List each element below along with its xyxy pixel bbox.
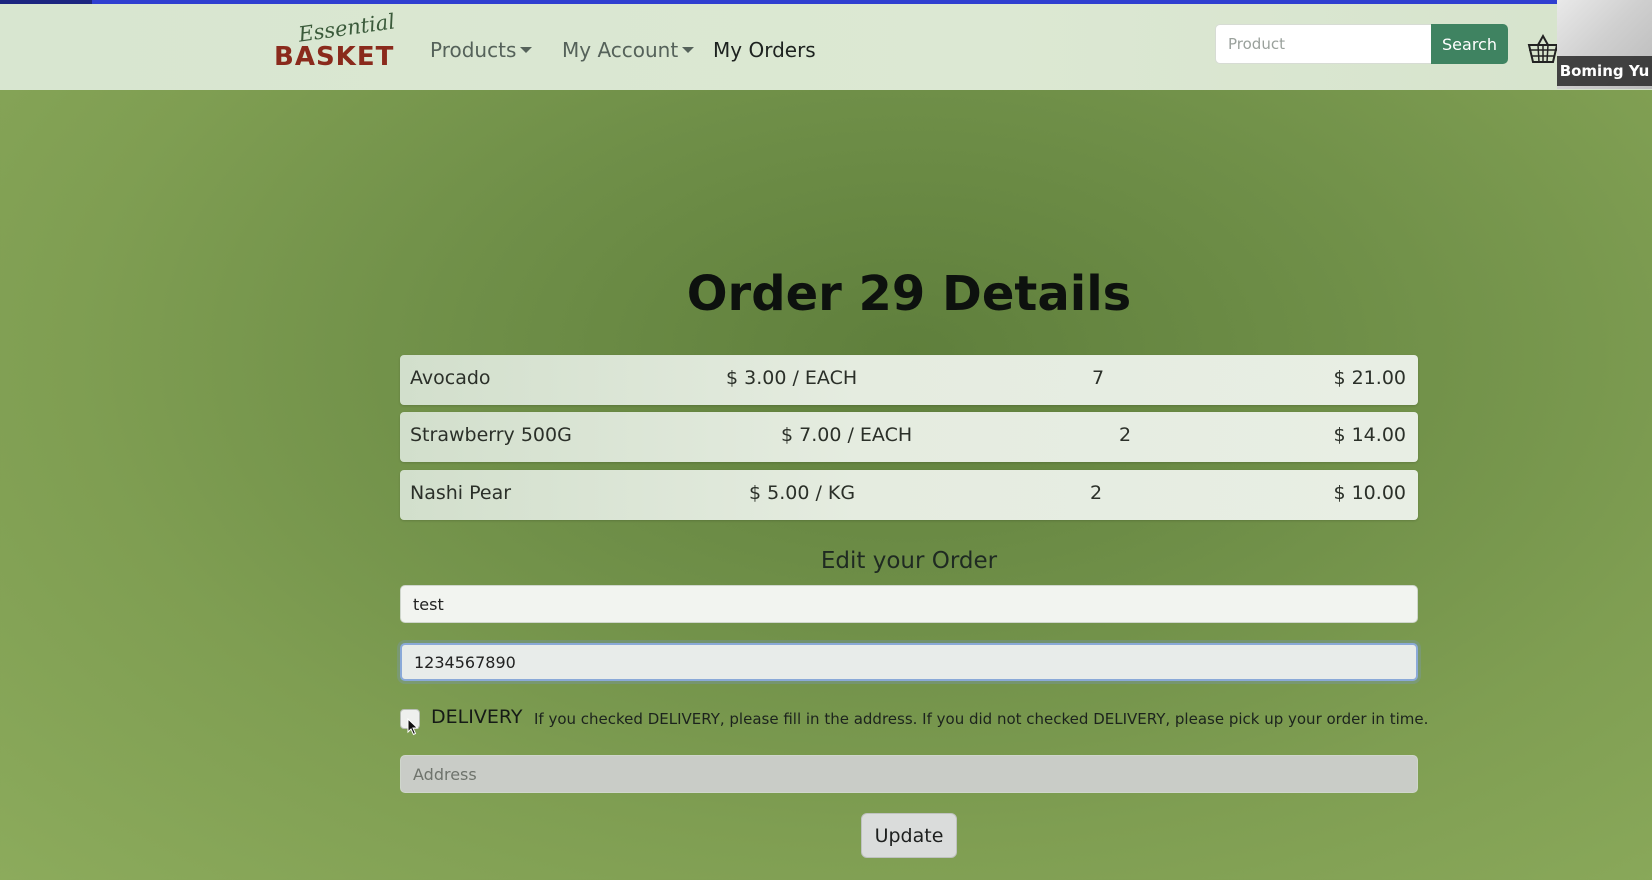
item-qty: 2: [1119, 424, 1132, 446]
item-price: $ 7.00 / EACH: [781, 424, 913, 446]
nav-my-orders[interactable]: My Orders: [713, 38, 816, 62]
order-item-row: Nashi Pear $ 5.00 / KG 2 $ 10.00: [400, 470, 1418, 520]
chevron-down-icon: [682, 47, 695, 53]
search-input[interactable]: [1215, 24, 1431, 64]
item-total: $ 10.00: [1333, 482, 1406, 504]
item-qty: 2: [1090, 482, 1103, 504]
logo-brand: BASKET: [274, 42, 395, 72]
update-button[interactable]: Update: [861, 813, 957, 858]
item-price: $ 5.00 / KG: [749, 482, 856, 504]
item-qty: 7: [1092, 367, 1105, 389]
page-title: Order 29 Details: [686, 266, 1132, 322]
item-name: Strawberry 500G: [410, 424, 572, 446]
nav-my-account[interactable]: My Account: [562, 38, 695, 62]
address-field[interactable]: [400, 755, 1418, 793]
nav-my-account-label: My Account: [562, 38, 679, 62]
basket-icon[interactable]: [1526, 32, 1560, 66]
video-participant-name: Boming Yu: [1557, 56, 1652, 86]
chevron-down-icon: [520, 47, 533, 53]
item-name: Nashi Pear: [410, 482, 512, 504]
navbar: Essential BASKET Products My Account My …: [0, 4, 1652, 90]
edit-order-heading: Edit your Order: [820, 548, 998, 574]
order-item-row: Strawberry 500G $ 7.00 / EACH 2 $ 14.00: [400, 412, 1418, 462]
name-field[interactable]: [400, 585, 1418, 623]
nav-products[interactable]: Products: [430, 38, 533, 62]
order-item-row: Avocado $ 3.00 / EACH 7 $ 21.00: [400, 355, 1418, 405]
delivery-label: DELIVERY: [431, 706, 523, 728]
item-name: Avocado: [410, 367, 491, 389]
item-price: $ 3.00 / EACH: [726, 367, 858, 389]
delivery-help-text: If you checked DELIVERY, please fill in …: [534, 710, 1429, 728]
nav-my-orders-label: My Orders: [713, 38, 816, 62]
logo[interactable]: Essential BASKET: [272, 9, 396, 78]
mouse-cursor-icon: [407, 718, 419, 736]
item-total: $ 14.00: [1333, 424, 1406, 446]
item-total: $ 21.00: [1333, 367, 1406, 389]
search-button[interactable]: Search: [1431, 24, 1508, 64]
phone-field[interactable]: [400, 643, 1418, 681]
nav-products-label: Products: [430, 38, 517, 62]
